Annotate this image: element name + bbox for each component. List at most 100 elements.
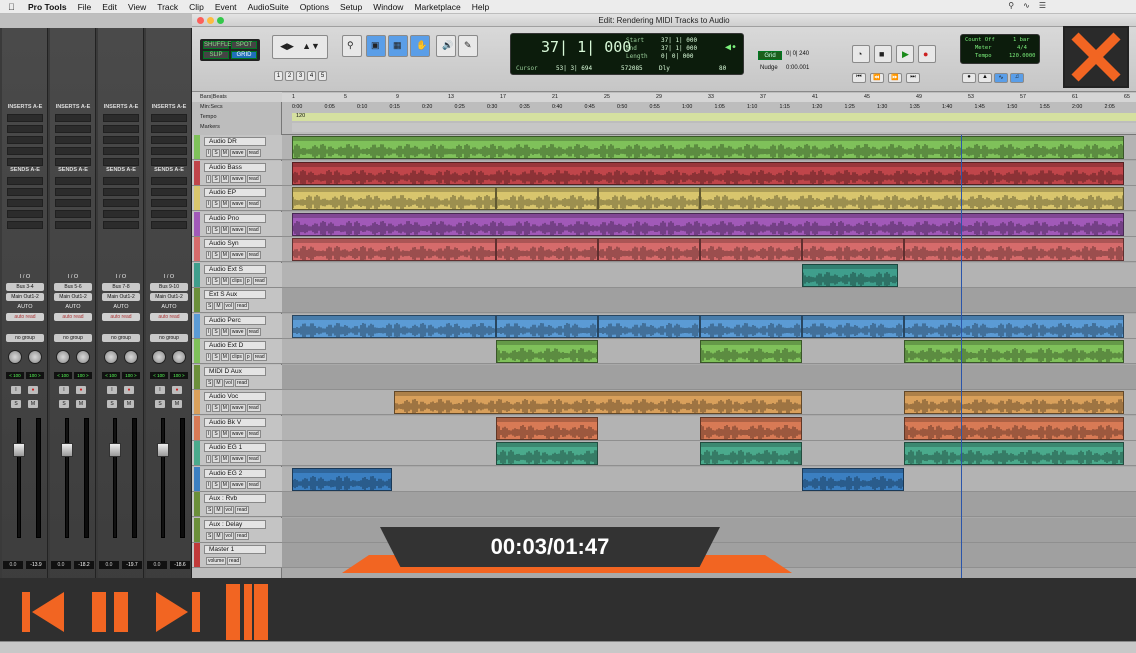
progress-handle[interactable] [226,584,270,640]
audio-clip[interactable] [904,391,1124,414]
pan-left-knob[interactable] [152,350,166,364]
ruler-bars-beats-label[interactable]: Bars|Beats [192,92,282,102]
track-header[interactable]: Audio DR I S Mwave read [192,135,282,160]
audio-clip[interactable] [700,340,802,363]
audio-clip[interactable] [292,238,496,261]
track-button[interactable]: wave [229,200,246,208]
send-slot[interactable] [55,177,91,185]
track-button[interactable]: read [246,149,261,157]
track-name[interactable]: Audio Voc [204,392,266,401]
pan-left-knob[interactable] [104,350,118,364]
grid-toggle-button[interactable]: Grid [758,51,782,60]
insert-slot[interactable] [151,158,187,166]
track-button[interactable]: wave [229,455,246,463]
input-selector[interactable]: Bus 5-6 [54,283,92,291]
audio-clip[interactable] [496,314,598,338]
insert-slot[interactable] [7,125,43,133]
track-header[interactable]: Audio Voc I S Mwave read [192,390,282,415]
menu-help[interactable]: Help [472,2,489,12]
track-lane[interactable] [282,160,1136,186]
track-button[interactable]: M [220,429,229,438]
audio-clip[interactable] [394,391,802,414]
pan-right-knob[interactable] [28,350,42,364]
track-button[interactable]: read [234,302,249,310]
insert-slot[interactable] [55,147,91,155]
track-button[interactable]: S [212,353,220,361]
track-button[interactable]: I [206,149,212,157]
zoom-preset-3[interactable]: 3 [296,71,305,81]
track-header[interactable]: Master 1 volume read [192,543,282,568]
insert-slot[interactable] [55,114,91,122]
volume-value[interactable]: 0.0 [51,561,71,569]
track-header[interactable]: Audio Pno I S Mwave read [192,211,282,237]
input-selector[interactable]: Bus 9-10 [150,283,188,291]
vertical-zoom-icon[interactable]: ▲▼ [301,41,321,51]
track-button[interactable]: S [212,174,220,183]
track-button[interactable]: M [214,506,223,514]
track-header[interactable]: Audio Bass I S Mwave read [192,160,282,186]
send-slot[interactable] [7,188,43,196]
track-button[interactable]: I [206,480,212,489]
track-button[interactable]: read [246,480,261,489]
track-button[interactable]: wave [229,404,246,412]
insert-slot[interactable] [7,158,43,166]
zoomer-tool-icon[interactable]: ⚲ [342,35,362,57]
audio-clip[interactable] [292,212,1124,236]
track-button[interactable]: M [214,531,223,540]
track-name[interactable]: Audio EP [204,188,266,197]
wait-for-note-icon[interactable]: ● [962,73,976,83]
track-lane[interactable] [282,186,1136,211]
list-icon[interactable]: ☰ [1039,1,1046,10]
track-name[interactable]: Aux : Delay [204,519,266,529]
track-button[interactable]: I [206,429,212,438]
pan-right-knob[interactable] [76,350,90,364]
track-button[interactable]: read [234,378,249,387]
track-name[interactable]: Audio EG 2 [204,468,266,478]
tempo-ruler[interactable]: 120 [292,113,1136,121]
length-value[interactable]: 0| 0| 000 [661,53,694,60]
track-name[interactable]: Audio DR [204,137,266,146]
track-button[interactable]: M [220,353,229,361]
inserts-header[interactable]: INSERTS A-E [101,104,141,110]
midi-merge-icon[interactable]: ∿ [994,73,1008,83]
horizontal-zoom-icon[interactable]: ◀▶ [277,41,297,52]
insert-slot[interactable] [151,136,187,144]
track-name[interactable]: Audio Ext S [204,264,266,274]
insert-slot[interactable] [151,147,187,155]
audio-clip[interactable] [802,238,904,261]
track-name[interactable]: Audio Bass [204,162,266,172]
track-header[interactable]: Audio EG 2 I S Mwave read [192,466,282,492]
track-header[interactable]: Audio Perc I S Mwave read [192,313,282,339]
track-button[interactable]: I [206,225,212,234]
input-selector[interactable]: Bus 3-4 [6,283,44,291]
sends-header[interactable]: SENDS A-E [101,167,141,173]
solo-button[interactable]: S [155,400,165,408]
automation-mode-selector[interactable]: auto read [54,313,92,321]
output-selector[interactable]: Main Out1-2 [150,293,188,301]
track-name[interactable]: Ext S Aux [204,290,266,299]
track-button[interactable]: M [220,200,229,208]
minimize-window-icon[interactable] [207,17,214,24]
zoom-preset-2[interactable]: 2 [285,71,294,81]
send-slot[interactable] [55,210,91,218]
send-slot[interactable] [7,221,43,229]
ruler-markers-label[interactable]: Markers [192,122,282,132]
track-button[interactable]: wave [229,251,246,259]
track-header[interactable]: Audio Bk V I S Mwave read [192,415,282,441]
record-icon[interactable]: ● [918,45,936,63]
audio-clip[interactable] [904,442,1124,465]
end-value[interactable]: 37| 1| 000 [661,45,697,52]
track-lane[interactable] [282,262,1136,288]
audio-clip[interactable] [700,187,1124,210]
wifi-icon[interactable]: ∿ [1023,1,1030,10]
track-name[interactable]: Audio Perc [204,315,266,325]
track-button[interactable]: M [220,480,229,489]
track-button[interactable]: I [206,353,212,361]
track-button[interactable]: M [220,404,229,412]
fast-forward-icon[interactable]: ⏩ [888,73,902,83]
track-button[interactable]: clips [229,276,244,285]
track-button[interactable]: S [206,378,214,387]
track-button[interactable]: wave [229,429,246,438]
speaker-icon[interactable]: ◀• [725,42,737,53]
track-button[interactable]: I [206,327,212,336]
